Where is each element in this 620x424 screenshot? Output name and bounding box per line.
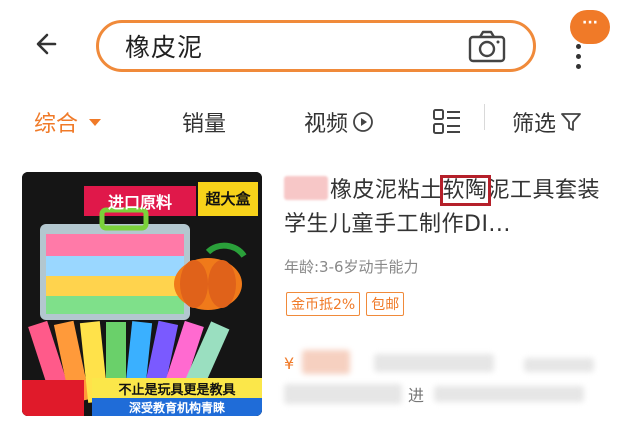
layout-toggle-button[interactable]	[432, 104, 462, 140]
search-box[interactable]: 橡皮泥	[96, 20, 536, 72]
tab-divider	[484, 104, 485, 130]
product-title[interactable]: 橡皮泥粘土软陶泥工具套装 学生儿童手工制作DI...	[284, 174, 610, 242]
product-card[interactable]: 进口原料 超大盒 不止是玩具更是教具 深受教育机构青睐 橡皮泥粘土软陶泥工具套装…	[0, 160, 620, 424]
blurred-sales	[374, 354, 494, 372]
tab-filter-label: 筛选	[512, 112, 557, 137]
price-currency: ¥	[284, 354, 295, 373]
notification-badge: ···	[570, 10, 610, 44]
top-bar: 橡皮泥 ···	[0, 0, 620, 96]
more-menu-button[interactable]: ···	[562, 8, 614, 78]
blurred-brand	[284, 176, 328, 200]
image-footer-text: 深受教育机构青睐	[128, 401, 225, 415]
camera-icon	[468, 30, 506, 63]
image-badge-text: 超大盒	[205, 190, 251, 208]
camera-search-button[interactable]	[467, 29, 507, 65]
tag-coin-discount: 金币抵2%	[286, 292, 361, 316]
tab-filter[interactable]: 筛选	[512, 104, 582, 140]
blurred-shop-extra	[434, 386, 584, 402]
sort-tabs: 综合 销量 视频 筛选	[0, 96, 620, 148]
caret-down-icon	[89, 119, 102, 126]
title-highlight: 软陶	[439, 175, 491, 206]
tab-video-label: 视频	[304, 112, 349, 137]
blurred-price	[302, 350, 350, 374]
back-button[interactable]	[28, 24, 68, 64]
image-slogan-text: 不止是玩具更是教具	[118, 383, 236, 398]
blurred-shop-name	[284, 384, 402, 404]
tab-sales[interactable]: 销量	[182, 104, 226, 140]
product-tags: 金币抵2% 包邮	[286, 292, 405, 316]
tab-comprehensive-label: 综合	[34, 112, 79, 137]
enter-shop-link[interactable]: 进	[408, 382, 424, 406]
shop-row[interactable]: 进	[284, 382, 604, 406]
title-part-1: 橡皮泥粘土	[330, 178, 443, 203]
tab-comprehensive[interactable]: 综合	[34, 104, 104, 140]
tag-free-shipping: 包邮	[366, 292, 405, 316]
product-image[interactable]: 进口原料 超大盒 不止是玩具更是教具 深受教育机构青睐	[22, 172, 262, 416]
blurred-location	[524, 358, 594, 372]
filter-funnel-icon	[561, 113, 581, 131]
tab-sales-label: 销量	[182, 112, 227, 137]
list-view-icon	[433, 109, 460, 134]
search-input[interactable]: 橡皮泥	[125, 28, 203, 64]
price-row: ¥	[284, 348, 604, 376]
back-arrow-icon	[36, 33, 57, 55]
play-circle-icon	[353, 112, 373, 132]
tab-video[interactable]: 视频	[304, 104, 374, 140]
more-vertical-icon	[576, 44, 582, 74]
image-banner-text: 进口原料	[107, 193, 172, 212]
product-subtitle: 年龄:3-6岁动手能力	[284, 258, 419, 276]
